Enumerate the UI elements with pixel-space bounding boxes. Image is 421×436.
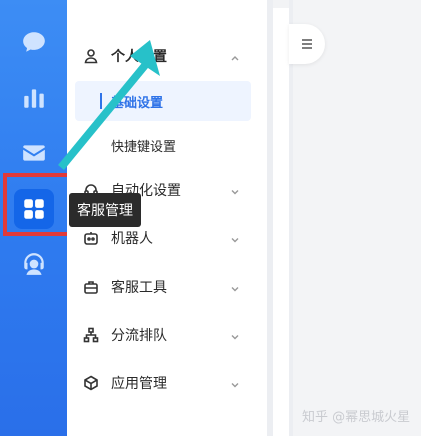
menu-label: 基础设置	[111, 95, 164, 111]
chevron-down-icon[interactable]	[230, 185, 240, 195]
bar-chart-icon	[24, 89, 44, 108]
chevron-down-icon[interactable]	[230, 330, 240, 340]
menu-personal-settings[interactable]: 个人设置	[67, 36, 267, 76]
icon-rail	[0, 0, 67, 436]
headset-icon	[24, 253, 44, 275]
chevron-down-icon[interactable]	[230, 378, 240, 388]
menu-label: 客服工具	[111, 280, 167, 296]
menu-app-management[interactable]: 应用管理	[67, 363, 267, 403]
menu-label: 机器人	[111, 231, 153, 247]
toolbox-icon	[83, 279, 99, 295]
active-indicator	[100, 93, 102, 109]
menu-label: 分流排队	[111, 328, 167, 344]
rail-agent[interactable]	[14, 244, 54, 284]
hierarchy-icon	[83, 327, 99, 343]
rail-mail[interactable]	[14, 133, 54, 173]
menu-label: 个人设置	[111, 49, 167, 65]
chevron-up-icon[interactable]	[230, 51, 240, 61]
menu-routing-queue[interactable]: 分流排队	[67, 315, 267, 355]
mail-icon	[23, 145, 45, 161]
tooltip: 客服管理	[69, 193, 141, 227]
menu-label: 快捷键设置	[111, 139, 177, 155]
content-area	[293, 0, 421, 436]
user-icon	[83, 48, 99, 64]
menu-basic-settings[interactable]: 基础设置	[75, 81, 251, 121]
cube-icon	[83, 375, 99, 391]
chat-icon	[23, 32, 45, 52]
menu-service-tools[interactable]: 客服工具	[67, 267, 267, 307]
menu-shortcut-settings[interactable]: 快捷键设置	[67, 125, 267, 165]
menu-label: 应用管理	[111, 376, 167, 392]
rail-stats[interactable]	[14, 78, 54, 118]
robot-icon	[83, 230, 99, 246]
secondary-panel	[273, 8, 289, 436]
chevron-down-icon[interactable]	[230, 282, 240, 292]
chevron-down-icon[interactable]	[230, 233, 240, 243]
menu-icon	[302, 39, 312, 49]
watermark: 知乎 @幂思城火星	[302, 410, 411, 425]
rail-service-management[interactable]	[14, 189, 54, 229]
rail-chat[interactable]	[14, 22, 54, 62]
grid-icon	[24, 199, 44, 219]
